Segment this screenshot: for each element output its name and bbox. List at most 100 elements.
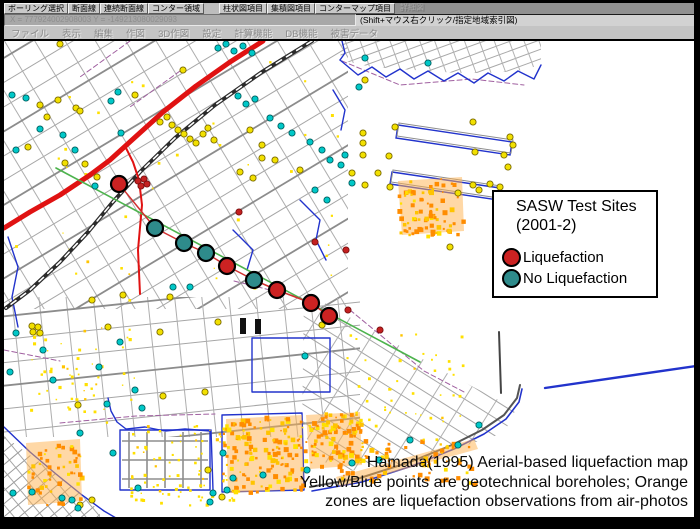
legend-title-line2: (2001-2) [516, 217, 577, 234]
legend-swatch-icon [502, 248, 521, 267]
legend-item-2: No Liquefaction [502, 269, 652, 288]
borehole-dot [219, 449, 227, 457]
borehole-dot [323, 196, 331, 204]
menu-item-2[interactable]: 表示 [62, 26, 81, 40]
borehole-dot [56, 41, 64, 48]
borehole-dot [134, 484, 142, 492]
borehole-dot [28, 322, 36, 330]
borehole-dot [406, 436, 414, 444]
map-viewport[interactable]: SASW Test Sites (2001-2) Liquefaction No … [4, 41, 694, 517]
borehole-dot [424, 59, 432, 67]
coordinate-readout: X = 777924002908003 Y = -149213080029093 [4, 14, 356, 26]
borehole-dot [344, 306, 352, 314]
borehole-dot [104, 323, 112, 331]
borehole-dot [288, 129, 296, 137]
borehole-dot [107, 97, 115, 105]
shortcut-hint: (Shift+マウス右クリック/指定地域索引図) [356, 14, 694, 26]
borehole-dot [58, 494, 66, 502]
borehole-dot [168, 121, 176, 129]
toolbar-button-6[interactable]: 集積図項目 [267, 3, 315, 14]
borehole-dot [214, 318, 222, 326]
menu-item-3[interactable]: 編集 [94, 26, 113, 40]
borehole-dot [88, 296, 96, 304]
menu-item-8[interactable]: DB機能 [285, 26, 317, 40]
borehole-dot [214, 44, 222, 52]
toolbar-button-5[interactable]: 柱状図項目 [219, 3, 267, 14]
toolbar-button-7[interactable]: コンターマップ項目 [315, 3, 395, 14]
menu-item-7[interactable]: 計算機能 [234, 26, 272, 40]
borehole-dot [43, 113, 51, 121]
borehole-dot [143, 180, 151, 188]
caption-line-2: Yellow/Blue points are geotechnical bore… [299, 473, 688, 491]
borehole-dot [210, 136, 218, 144]
toolbar-button-3[interactable]: 連続断面線 [100, 3, 148, 14]
borehole-dot [326, 156, 334, 164]
borehole-dot [156, 118, 164, 126]
borehole-dot [29, 328, 37, 336]
borehole-dot [34, 323, 42, 331]
borehole-dot [229, 474, 237, 482]
application-window: ボーリング選択 断面線 連続断面線 コンター領域 柱状図項目 集積図項目 コンターマップ項目… [0, 0, 700, 529]
sasw-site-liquefaction[interactable] [319, 306, 339, 326]
borehole-dot [36, 125, 44, 133]
menu-item-9[interactable]: 被害データ [330, 26, 378, 40]
borehole-dot [93, 173, 101, 181]
borehole-dot [348, 169, 356, 177]
borehole-dot [337, 161, 345, 169]
sasw-site-no_liquefaction[interactable] [174, 233, 194, 253]
borehole-dot [361, 76, 369, 84]
borehole-dot [76, 107, 84, 115]
borehole-dot [114, 88, 122, 96]
borehole-dot [266, 114, 274, 122]
borehole-dot [39, 346, 47, 354]
borehole-dot [277, 122, 285, 130]
sasw-site-no_liquefaction[interactable] [196, 243, 216, 263]
borehole-dot [223, 486, 231, 494]
borehole-dot [318, 146, 326, 154]
toolbar-button-4[interactable]: コンター領域 [148, 3, 204, 14]
borehole-dot [246, 126, 254, 134]
borehole-dot [500, 151, 508, 159]
legend-swatch-icon [502, 269, 521, 288]
sasw-site-liquefaction[interactable] [109, 174, 129, 194]
toolbar: ボーリング選択 断面線 連続断面線 コンター領域 柱状図項目 集積図項目 コンターマップ項目… [4, 3, 694, 14]
borehole-dot [156, 328, 164, 336]
sasw-site-liquefaction[interactable] [267, 280, 287, 300]
borehole-dot [359, 129, 367, 137]
borehole-dot [81, 160, 89, 168]
toolbar-button-2[interactable]: 断面線 [68, 3, 100, 14]
menu-item-6[interactable]: 設定 [202, 26, 221, 40]
menu-item-1[interactable]: ファイル [11, 26, 49, 40]
borehole-dot [486, 180, 494, 188]
borehole-dot [95, 363, 103, 371]
sasw-site-liquefaction[interactable] [301, 293, 321, 313]
sasw-site-no_liquefaction[interactable] [244, 270, 264, 290]
borehole-dot [509, 141, 517, 149]
borehole-dot [9, 489, 17, 497]
menu-item-5[interactable]: 3D作図 [158, 26, 189, 40]
sasw-site-no_liquefaction[interactable] [145, 218, 165, 238]
borehole-dot [301, 352, 309, 360]
legend-label: Liquefaction [523, 249, 604, 266]
borehole-dot [471, 148, 479, 156]
toolbar-button-1[interactable]: ボーリング選択 [4, 3, 68, 14]
borehole-dot [469, 181, 477, 189]
borehole-dot [355, 83, 363, 91]
borehole-dot [342, 246, 350, 254]
menu-item-4[interactable]: 作図 [126, 26, 145, 40]
sasw-site-liquefaction[interactable] [217, 256, 237, 276]
borehole-dot [76, 429, 84, 437]
borehole-dot [506, 133, 514, 141]
borehole-dot [24, 143, 32, 151]
borehole-dot [475, 421, 483, 429]
borehole-dot [28, 488, 36, 496]
sasw-legend: SASW Test Sites (2001-2) Liquefaction No … [492, 190, 658, 298]
borehole-dot [59, 131, 67, 139]
borehole-dot [374, 169, 382, 177]
borehole-dot [446, 243, 454, 251]
borehole-dot [36, 101, 44, 109]
borehole-dot [204, 466, 212, 474]
borehole-dot [218, 493, 226, 501]
borehole-dot [306, 138, 314, 146]
borehole-dot [138, 404, 146, 412]
